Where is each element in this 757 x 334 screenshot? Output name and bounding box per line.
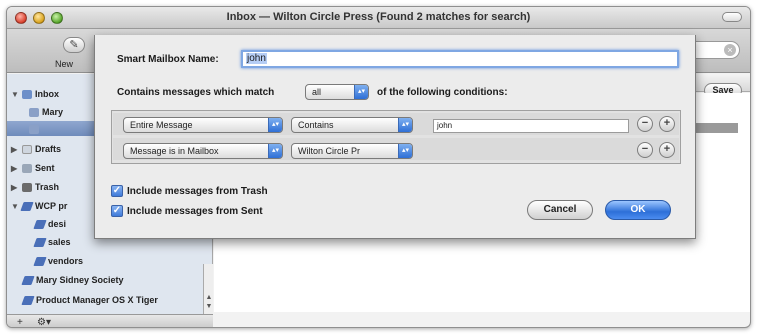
include-sent-option[interactable]: ✓ Include messages from Sent xyxy=(111,205,263,217)
sidebar-item-label: Product Manager OS X Tiger xyxy=(36,295,158,305)
sidebar-item-label: Drafts xyxy=(35,144,62,154)
scroll-up-icon[interactable]: ▲ xyxy=(205,294,213,301)
disclosure-triangle-icon[interactable]: ▶ xyxy=(11,145,19,154)
drafts-icon xyxy=(22,144,32,154)
smart-mailbox-icon xyxy=(33,237,47,247)
inbox-icon xyxy=(22,89,32,99)
smart-mailbox-icon xyxy=(33,219,47,229)
remove-condition-button[interactable]: − xyxy=(637,116,653,132)
smart-folder-icon xyxy=(20,201,34,211)
sidebar-item-sent[interactable]: ▶ Sent xyxy=(11,160,55,176)
sidebar-item-label: WCP pr xyxy=(35,201,68,211)
condition-operator-popup[interactable]: Contains ▴▾ xyxy=(291,117,413,133)
match-suffix-label: of the following conditions: xyxy=(377,87,508,98)
smart-mailbox-icon xyxy=(33,256,47,266)
include-trash-option[interactable]: ✓ Include messages from Trash xyxy=(111,185,268,197)
window-title: Inbox — Wilton Circle Press (Found 2 mat… xyxy=(226,11,531,23)
sidebar-item-label: vendors xyxy=(48,256,84,266)
sidebar-item-trash[interactable]: ▶ Trash xyxy=(11,179,59,195)
sidebar-item-wcp[interactable]: ▼ WCP pr xyxy=(11,198,67,214)
sidebar-item-label: Mary Sidney Society xyxy=(36,275,124,285)
add-condition-button[interactable]: + xyxy=(659,142,675,158)
smart-mailbox-name-field[interactable]: john xyxy=(241,50,679,68)
popup-arrows-icon: ▴▾ xyxy=(398,144,412,158)
match-type-value: all xyxy=(312,87,322,97)
include-sent-checkbox[interactable]: ✓ xyxy=(111,205,123,217)
sidebar-item-vendors[interactable]: vendors xyxy=(33,253,84,269)
sidebar-item-label: sales xyxy=(48,237,71,247)
include-trash-checkbox[interactable]: ✓ xyxy=(111,185,123,197)
disclosure-triangle-icon[interactable]: ▼ xyxy=(11,90,19,99)
popup-arrows-icon: ▴▾ xyxy=(354,85,368,99)
sidebar-bottom-bar: + ⚙▾ xyxy=(7,314,213,327)
popup-arrows-icon: ▴▾ xyxy=(398,118,412,132)
sidebar-item-inbox[interactable]: ▼ Inbox xyxy=(11,86,59,102)
name-field-value: john xyxy=(246,53,267,64)
sent-icon xyxy=(22,163,32,173)
disclosure-triangle-icon[interactable]: ▼ xyxy=(11,202,19,211)
smart-mailbox-icon xyxy=(21,295,35,305)
condition-field-value: Message is in Mailbox xyxy=(130,146,219,156)
condition-mailbox-popup[interactable]: Wilton Circle Pr ▴▾ xyxy=(291,143,413,159)
toolbar-toggle-button[interactable] xyxy=(722,12,742,22)
mail-window: Inbox — Wilton Circle Press (Found 2 mat… xyxy=(6,6,751,328)
condition-mailbox-value: Wilton Circle Pr xyxy=(298,146,361,156)
sidebar-item-label: desi xyxy=(48,219,67,229)
match-prefix-label: Contains messages which match xyxy=(117,87,275,98)
condition-field-popup[interactable]: Message is in Mailbox ▴▾ xyxy=(123,143,283,159)
sidebar-item-selected[interactable] xyxy=(29,121,42,137)
sidebar-item-mary[interactable]: Mary xyxy=(29,104,63,120)
disclosure-triangle-icon[interactable]: ▶ xyxy=(11,183,19,192)
condition-row: Message is in Mailbox ▴▾ Wilton Circle P… xyxy=(113,138,679,160)
trash-icon xyxy=(22,182,32,192)
sidebar-item-desi[interactable]: desi xyxy=(33,216,67,232)
mailbox-icon xyxy=(29,124,39,134)
title-bar[interactable]: Inbox — Wilton Circle Press (Found 2 mat… xyxy=(7,7,750,29)
add-condition-button[interactable]: + xyxy=(659,116,675,132)
include-sent-label: Include messages from Sent xyxy=(127,205,263,217)
sidebar-item-product-manager[interactable]: Product Manager OS X Tiger xyxy=(21,292,158,308)
clear-search-icon[interactable]: × xyxy=(724,44,736,56)
scroll-down-icon[interactable]: ▼ xyxy=(205,303,213,310)
cancel-button[interactable]: Cancel xyxy=(527,200,593,220)
sidebar-scrollbar[interactable]: ▲ ▼ xyxy=(203,264,213,314)
condition-value-field[interactable]: john xyxy=(433,119,629,133)
condition-operator-value: Contains xyxy=(298,120,334,130)
sidebar-item-mary-sidney[interactable]: Mary Sidney Society xyxy=(21,272,124,288)
popup-arrows-icon: ▴▾ xyxy=(268,118,282,132)
condition-row: Entire Message ▴▾ Contains ▴▾ john − + xyxy=(113,113,679,135)
add-mailbox-button[interactable]: + xyxy=(17,317,23,327)
include-trash-label: Include messages from Trash xyxy=(127,185,268,197)
sidebar-item-label: Trash xyxy=(35,182,60,192)
conditions-list: Entire Message ▴▾ Contains ▴▾ john − + M… xyxy=(111,110,681,164)
smart-mailbox-icon xyxy=(21,275,35,285)
new-message-label: New xyxy=(55,59,74,69)
action-menu-button[interactable]: ⚙▾ xyxy=(37,317,51,327)
smart-mailbox-sheet: Smart Mailbox Name: john Contains messag… xyxy=(94,35,696,239)
sidebar-item-drafts[interactable]: ▶ Drafts xyxy=(11,141,61,157)
condition-field-popup[interactable]: Entire Message ▴▾ xyxy=(123,117,283,133)
new-message-icon[interactable]: ✎ xyxy=(63,37,85,53)
sidebar-item-label: Sent xyxy=(35,163,55,173)
sidebar-item-label: Mary xyxy=(42,107,64,117)
disclosure-triangle-icon[interactable]: ▶ xyxy=(11,164,19,173)
condition-field-value: Entire Message xyxy=(130,120,193,130)
ok-button[interactable]: OK xyxy=(605,200,671,220)
popup-arrows-icon: ▴▾ xyxy=(268,144,282,158)
sidebar-item-label: Inbox xyxy=(35,89,59,99)
mailbox-icon xyxy=(29,107,39,117)
remove-condition-button[interactable]: − xyxy=(637,142,653,158)
match-type-popup[interactable]: all ▴▾ xyxy=(305,84,369,100)
sidebar-item-sales[interactable]: sales xyxy=(33,234,71,250)
smart-mailbox-name-label: Smart Mailbox Name: xyxy=(117,54,219,65)
